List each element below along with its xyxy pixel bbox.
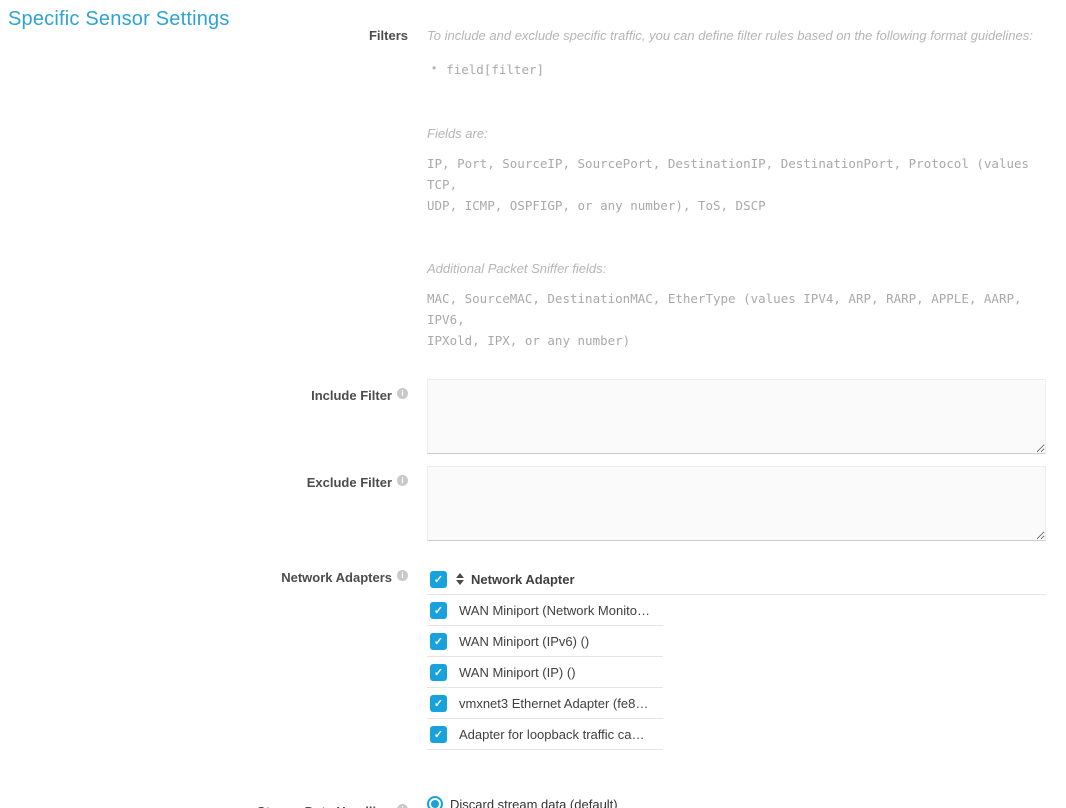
- info-icon[interactable]: i: [397, 804, 408, 808]
- adapter-checkbox[interactable]: ✓: [430, 633, 447, 650]
- network-adapters-label: Network Adapters i: [0, 564, 410, 750]
- info-icon[interactable]: i: [397, 388, 408, 399]
- adapter-name[interactable]: vmxnet3 Ethernet Adapter (fe8…: [459, 696, 648, 711]
- stream-data-options: Discard stream data (default) Store stre…: [427, 796, 1046, 808]
- network-adapters-label-text: Network Adapters: [281, 570, 392, 585]
- stream-data-handling-label-text: Stream Data Handling: [257, 804, 392, 808]
- table-row: ✓ WAN Miniport (IP) (): [427, 657, 663, 688]
- exclude-filter-label-text: Exclude Filter: [307, 475, 392, 490]
- filters-label: Filters: [0, 28, 410, 351]
- table-row: ✓ vmxnet3 Ethernet Adapter (fe8…: [427, 688, 663, 719]
- info-icon[interactable]: i: [397, 570, 408, 581]
- filters-help-intro: To include and exclude specific traffic,…: [427, 28, 1046, 43]
- filters-help: To include and exclude specific traffic,…: [427, 28, 1046, 351]
- adapter-name[interactable]: WAN Miniport (Network Monito…: [459, 603, 650, 618]
- radio-option-label: Discard stream data (default): [450, 797, 618, 808]
- adapter-checkbox[interactable]: ✓: [430, 664, 447, 681]
- adapter-checkbox[interactable]: ✓: [430, 695, 447, 712]
- stream-data-handling-label: Stream Data Handling i: [0, 796, 410, 808]
- stream-data-handling-row: Stream Data Handling i Discard stream dat…: [0, 796, 1066, 808]
- include-filter-row: Include Filter i: [0, 379, 1066, 454]
- adapter-name[interactable]: WAN Miniport (IPv6) (): [459, 634, 589, 649]
- adapter-table-header: ✓ Network Adapter: [427, 564, 1046, 595]
- filter-format-bullet: • field[filter]: [432, 59, 1046, 80]
- adapter-name[interactable]: WAN Miniport (IP) (): [459, 665, 576, 680]
- additional-fields-label: Additional Packet Sniffer fields:: [427, 261, 1046, 276]
- sensor-settings-form: Filters To include and exclude specific …: [0, 0, 1066, 808]
- exclude-filter-row: Exclude Filter i: [0, 466, 1066, 541]
- include-filter-label: Include Filter i: [0, 379, 410, 454]
- exclude-filter-textarea[interactable]: [427, 466, 1046, 541]
- info-icon[interactable]: i: [397, 475, 408, 486]
- table-row: ✓ WAN Miniport (Network Monito…: [427, 595, 663, 626]
- radio-selected-icon[interactable]: [427, 796, 443, 808]
- table-row: ✓ Adapter for loopback traffic ca…: [427, 719, 663, 750]
- radio-option-discard[interactable]: Discard stream data (default): [427, 796, 1046, 808]
- fields-are-label: Fields are:: [427, 126, 1046, 141]
- page-title: Specific Sensor Settings: [8, 8, 230, 31]
- table-row: ✓ WAN Miniport (IPv6) (): [427, 626, 663, 657]
- bullet-icon: •: [432, 59, 436, 78]
- additional-fields-list: MAC, SourceMAC, DestinationMAC, EtherTyp…: [427, 288, 1046, 351]
- fields-list: IP, Port, SourceIP, SourcePort, Destinat…: [427, 153, 1046, 216]
- network-adapters-row: Network Adapters i ✓ Network Adapter ✓ WA…: [0, 564, 1066, 750]
- filters-row: Filters To include and exclude specific …: [0, 28, 1066, 351]
- adapter-column-header[interactable]: Network Adapter: [471, 572, 575, 587]
- specific-sensor-settings-page: Specific Sensor Settings Filters To incl…: [0, 0, 1066, 808]
- include-filter-textarea[interactable]: [427, 379, 1046, 454]
- adapter-name[interactable]: Adapter for loopback traffic ca…: [459, 727, 644, 742]
- sort-icon[interactable]: [456, 573, 464, 585]
- filter-format-code: field[filter]: [446, 59, 544, 80]
- select-all-checkbox[interactable]: ✓: [430, 571, 447, 588]
- adapter-checkbox[interactable]: ✓: [430, 602, 447, 619]
- adapter-checkbox[interactable]: ✓: [430, 726, 447, 743]
- include-filter-label-text: Include Filter: [311, 388, 392, 403]
- network-adapter-table: ✓ Network Adapter ✓ WAN Miniport (Networ…: [427, 564, 1046, 750]
- exclude-filter-label: Exclude Filter i: [0, 466, 410, 541]
